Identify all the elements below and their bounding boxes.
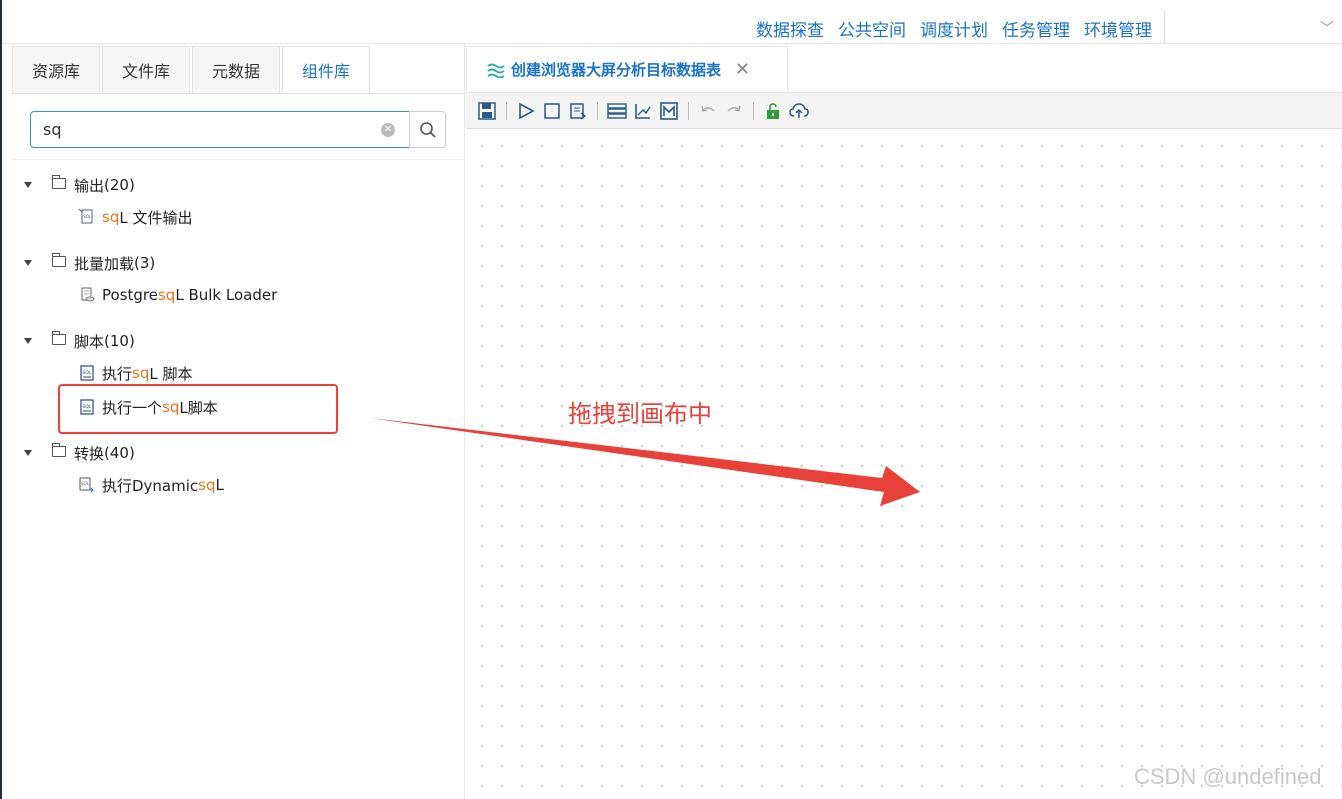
item-label-match: sq xyxy=(102,208,120,226)
run-icon[interactable] xyxy=(515,100,537,122)
top-nav-links: 数据探查 公共空间 调度计划 任务管理 环境管理 xyxy=(756,16,1152,41)
component-search-input[interactable] xyxy=(31,112,371,147)
item-label-post: L Bulk Loader xyxy=(175,286,278,304)
group-count: (20) xyxy=(104,176,135,194)
svg-text:SQL: SQL xyxy=(83,370,92,376)
tab-metadata[interactable]: 元数据 xyxy=(192,46,280,94)
top-navigation: 数据探查 公共空间 调度计划 任务管理 环境管理 ﹀ xyxy=(2,0,1342,44)
toolbar-separator xyxy=(506,101,507,120)
item-label-match: sq xyxy=(198,476,216,494)
caret-down-icon[interactable] xyxy=(24,338,32,344)
database-loader-icon xyxy=(81,287,95,302)
tree-group-header[interactable]: 脚本 (10) xyxy=(20,326,460,356)
toolbar-separator xyxy=(753,101,754,120)
nav-link-public-space[interactable]: 公共空间 xyxy=(838,16,906,41)
group-count: (10) xyxy=(104,332,135,350)
chart-icon[interactable] xyxy=(632,100,654,122)
nav-link-schedule[interactable]: 调度计划 xyxy=(920,16,988,41)
group-label: 批量加载 xyxy=(74,254,135,273)
search-divider xyxy=(12,159,465,160)
item-label-match: sq xyxy=(132,364,150,382)
tree-item-postgresql-bulk-loader[interactable]: Postgre sq L Bulk Loader xyxy=(20,278,460,312)
search-button[interactable] xyxy=(409,111,446,148)
app-window: 数据探查 公共空间 调度计划 任务管理 环境管理 ﹀ 资源库 文件库 元数据 组… xyxy=(0,0,1342,799)
drag-arrow xyxy=(370,418,920,506)
redo-icon[interactable] xyxy=(723,100,745,122)
dynamic-sql-icon: SQL xyxy=(79,477,95,493)
component-search-box: ✕ xyxy=(30,111,410,148)
folder-icon xyxy=(52,252,66,267)
nav-link-task-management[interactable]: 任务管理 xyxy=(1002,16,1070,41)
preview-icon[interactable] xyxy=(567,100,589,122)
caret-down-icon[interactable] xyxy=(24,260,32,266)
unlock-icon[interactable] xyxy=(762,100,784,122)
tree-group-output: 输出 (20) SQL sq L 文件输出 xyxy=(20,170,460,234)
sql-script-icon: SQL xyxy=(80,365,94,381)
file-tab-label: 创建浏览器大屏分析目标数据表 xyxy=(511,61,722,79)
file-tab[interactable]: 创建浏览器大屏分析目标数据表 ✕ xyxy=(466,46,788,92)
folder-icon xyxy=(52,174,66,189)
tab-resource-library[interactable]: 资源库 xyxy=(12,46,100,94)
folder-icon xyxy=(52,330,66,345)
item-label-post: L xyxy=(215,476,224,494)
watermark: CSDN @undefined xyxy=(1134,764,1322,789)
group-label: 脚本 xyxy=(74,332,105,351)
environment-select[interactable]: ﹀ xyxy=(1164,10,1342,44)
left-tabs: 资源库 文件库 元数据 组件库 xyxy=(12,46,372,94)
toolbar-separator xyxy=(597,101,598,120)
item-label-pre: 执行 xyxy=(102,364,133,383)
group-count: (3) xyxy=(134,254,156,272)
upload-icon[interactable] xyxy=(788,100,810,122)
stop-icon[interactable] xyxy=(541,100,563,122)
tree-group-header[interactable]: 批量加载 (3) xyxy=(20,248,460,278)
item-label-post: L 文件输出 xyxy=(119,208,193,227)
item-label-pre: Postgre xyxy=(102,286,158,304)
item-label-match: sq xyxy=(157,286,176,304)
nav-link-data-explore[interactable]: 数据探查 xyxy=(756,16,824,41)
group-label: 转换 xyxy=(74,444,105,463)
m-icon[interactable] xyxy=(658,100,680,122)
item-label-pre: 执行Dynamic xyxy=(102,476,199,495)
layout-icon[interactable] xyxy=(606,100,628,122)
item-label-post: L 脚本 xyxy=(149,364,193,383)
toolbar-separator xyxy=(688,101,689,120)
tab-divider xyxy=(12,93,465,94)
svg-text:SQL: SQL xyxy=(81,481,90,486)
undo-icon[interactable] xyxy=(697,100,719,122)
nav-link-env-management[interactable]: 环境管理 xyxy=(1084,16,1152,41)
tab-file-library[interactable]: 文件库 xyxy=(102,46,190,94)
tree-group-header[interactable]: 输出 (20) xyxy=(20,170,460,200)
group-count: (40) xyxy=(104,444,135,462)
chevron-down-icon: ﹀ xyxy=(1320,21,1334,37)
editor-toolbar xyxy=(466,93,1342,129)
caret-down-icon[interactable] xyxy=(24,182,32,188)
sql-file-output-icon: SQL xyxy=(78,208,93,224)
close-icon[interactable]: ✕ xyxy=(735,59,750,80)
workflow-waves-icon xyxy=(487,63,505,78)
clear-icon[interactable]: ✕ xyxy=(381,123,395,137)
tab-component-library[interactable]: 组件库 xyxy=(282,46,370,94)
highlight-box xyxy=(58,384,338,434)
svg-text:SQL: SQL xyxy=(83,214,92,219)
group-label: 输出 xyxy=(74,176,105,195)
tree-group-bulk-load: 批量加载 (3) Postgre sq L Bulk Loader xyxy=(20,248,460,312)
caret-down-icon[interactable] xyxy=(24,450,32,456)
save-icon[interactable] xyxy=(476,100,498,122)
tree-item-sql-file-output[interactable]: SQL sq L 文件输出 xyxy=(20,200,460,234)
search-icon xyxy=(419,121,436,138)
folder-icon xyxy=(52,442,66,457)
